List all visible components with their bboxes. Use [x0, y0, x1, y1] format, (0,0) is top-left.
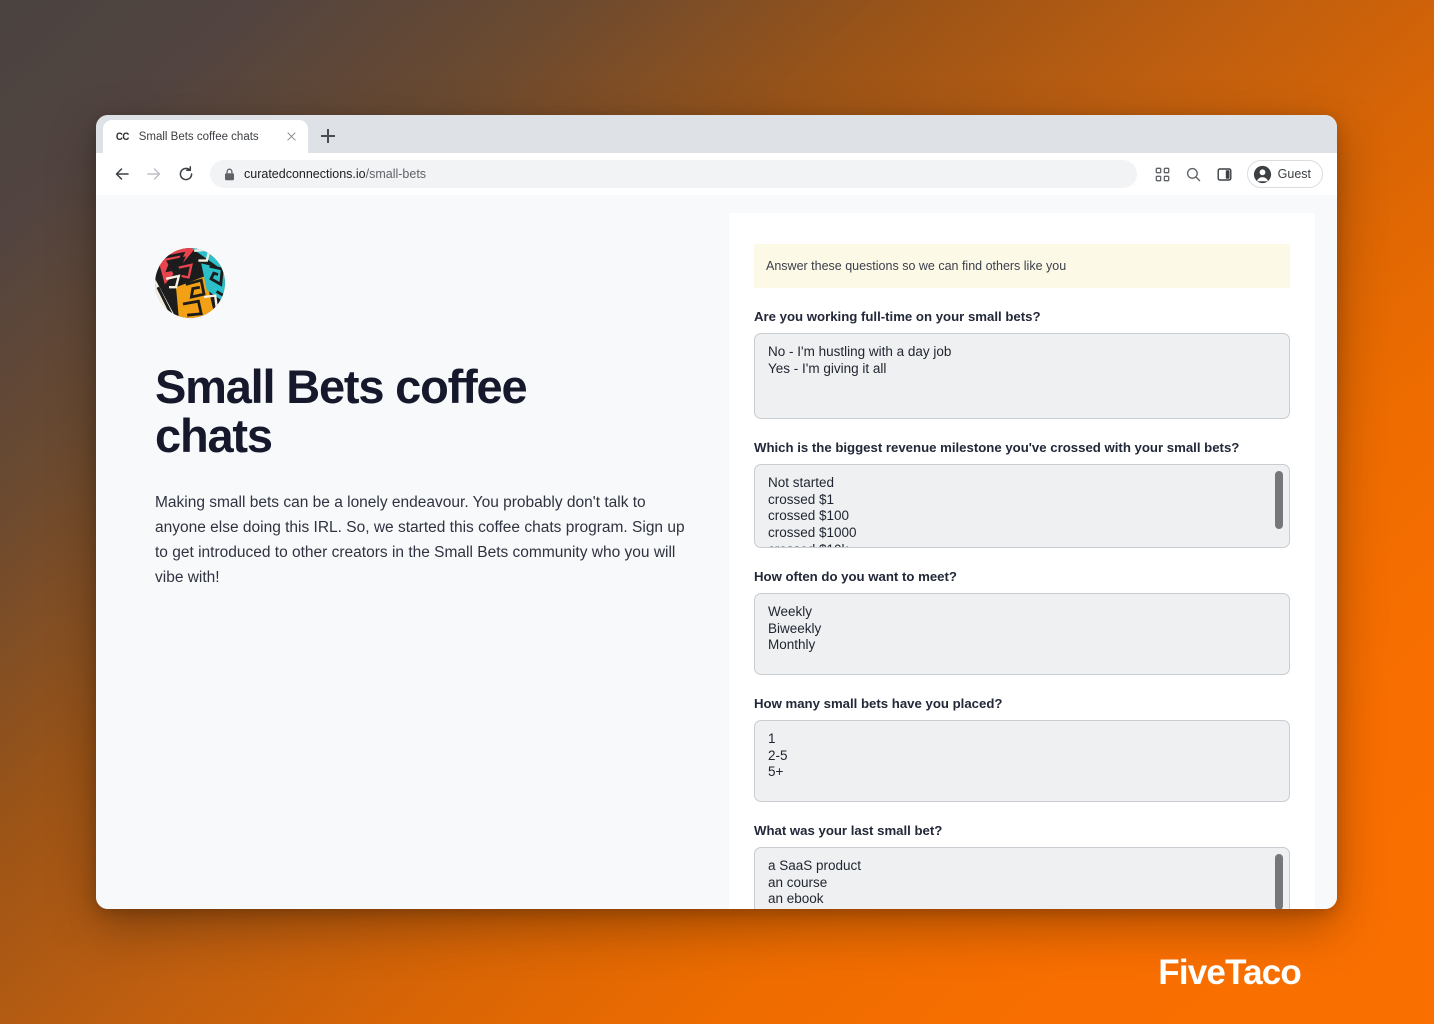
url-path: /small-bets: [365, 167, 427, 181]
profile-chip[interactable]: Guest: [1246, 160, 1323, 188]
listbox-option[interactable]: a newsletter: [768, 908, 1263, 909]
listbox-bets-count[interactable]: 1 2-5 5+: [754, 720, 1290, 802]
extensions-button[interactable]: [1149, 160, 1177, 188]
form-banner-text: Answer these questions so we can find ot…: [766, 259, 1067, 273]
field-label: Which is the biggest revenue milestone y…: [754, 440, 1240, 455]
listbox-option[interactable]: crossed $100: [768, 508, 1263, 525]
browser-tab[interactable]: CC Small Bets coffee chats: [103, 120, 308, 153]
listbox-option[interactable]: 5+: [768, 764, 1276, 781]
form-field: What was your last small bet? a SaaS pro…: [754, 802, 1290, 909]
page-left-column: Small Bets coffee chats Making small bet…: [96, 195, 729, 909]
listbox-option[interactable]: crossed $1000: [768, 525, 1263, 542]
listbox-fulltime[interactable]: No - I'm hustling with a day job Yes - I…: [754, 333, 1290, 419]
form-field: Are you working full-time on your small …: [754, 288, 1290, 419]
listbox-option[interactable]: an course: [768, 875, 1263, 892]
listbox-option[interactable]: crossed $10k: [768, 542, 1263, 547]
address-bar[interactable]: curatedconnections.io/small-bets: [210, 160, 1137, 188]
form-banner: Answer these questions so we can find ot…: [754, 244, 1290, 288]
listbox-option[interactable]: an ebook: [768, 891, 1263, 908]
url-text: curatedconnections.io/small-bets: [244, 167, 426, 181]
form-field: How often do you want to meet? Weekly Bi…: [754, 548, 1290, 675]
reload-button[interactable]: [172, 160, 200, 188]
tab-close-icon[interactable]: [283, 129, 299, 145]
search-button[interactable]: [1180, 160, 1208, 188]
profile-label: Guest: [1277, 167, 1311, 181]
lock-icon: [225, 168, 234, 180]
listbox-scrollbar-thumb[interactable]: [1275, 854, 1283, 909]
field-label: How often do you want to meet?: [754, 569, 957, 584]
signup-form-card: Answer these questions so we can find ot…: [729, 213, 1315, 909]
listbox-option[interactable]: 2-5: [768, 748, 1276, 765]
tab-favicon-icon: CC: [115, 130, 129, 143]
listbox-option[interactable]: crossed $1: [768, 492, 1263, 509]
new-tab-button[interactable]: [314, 122, 342, 150]
browser-window: CC Small Bets coffee chats curatedconnec…: [96, 115, 1337, 909]
page-right-column: Answer these questions so we can find ot…: [729, 195, 1337, 909]
page-description: Making small bets can be a lonely endeav…: [155, 493, 685, 587]
listbox-option[interactable]: 1: [768, 731, 1276, 748]
profile-avatar-icon: [1253, 165, 1271, 183]
back-button[interactable]: [108, 160, 136, 188]
curated-connections-logo-icon: [155, 248, 225, 318]
forward-button[interactable]: [140, 160, 168, 188]
side-panel-icon: [1217, 167, 1232, 181]
page-viewport: Small Bets coffee chats Making small bet…: [96, 195, 1337, 909]
back-arrow-icon: [115, 168, 129, 180]
form-field: How many small bets have you placed? 1 2…: [754, 675, 1290, 802]
fivetaco-watermark: FiveTaco: [1158, 953, 1302, 992]
field-label: What was your last small bet?: [754, 823, 943, 838]
toolbar-actions: Guest: [1149, 160, 1323, 188]
tab-strip: CC Small Bets coffee chats: [96, 115, 1337, 153]
listbox-option[interactable]: Monthly: [768, 637, 1276, 654]
extensions-grid-icon: [1155, 167, 1170, 181]
search-icon: [1187, 167, 1201, 181]
reload-icon: [179, 166, 193, 181]
listbox-option[interactable]: Weekly: [768, 604, 1276, 621]
form-field: Which is the biggest revenue milestone y…: [754, 419, 1290, 548]
listbox-meeting-frequency[interactable]: Weekly Biweekly Monthly: [754, 593, 1290, 675]
listbox-option[interactable]: Biweekly: [768, 621, 1276, 638]
tab-title: Small Bets coffee chats: [138, 130, 259, 143]
listbox-option[interactable]: Not started: [768, 475, 1263, 492]
browser-toolbar: curatedconnections.io/small-bets Guest: [96, 153, 1337, 195]
listbox-option[interactable]: a SaaS product: [768, 858, 1263, 875]
listbox-option[interactable]: Yes - I'm giving it all: [768, 361, 1276, 378]
listbox-last-bet[interactable]: a SaaS product an course an ebook a news…: [754, 847, 1290, 909]
page-content: Small Bets coffee chats Making small bet…: [96, 195, 1337, 909]
field-label: How many small bets have you placed?: [754, 696, 1003, 711]
listbox-scrollbar-thumb[interactable]: [1275, 471, 1283, 529]
field-label: Are you working full-time on your small …: [754, 309, 1041, 324]
side-panel-button[interactable]: [1211, 160, 1239, 188]
listbox-revenue-milestone[interactable]: Not started crossed $1 crossed $100 cros…: [754, 464, 1290, 548]
page-title: Small Bets coffee chats: [155, 360, 528, 462]
forward-arrow-icon: [147, 168, 161, 180]
url-domain: curatedconnections.io: [244, 167, 366, 181]
listbox-option[interactable]: No - I'm hustling with a day job: [768, 344, 1276, 361]
